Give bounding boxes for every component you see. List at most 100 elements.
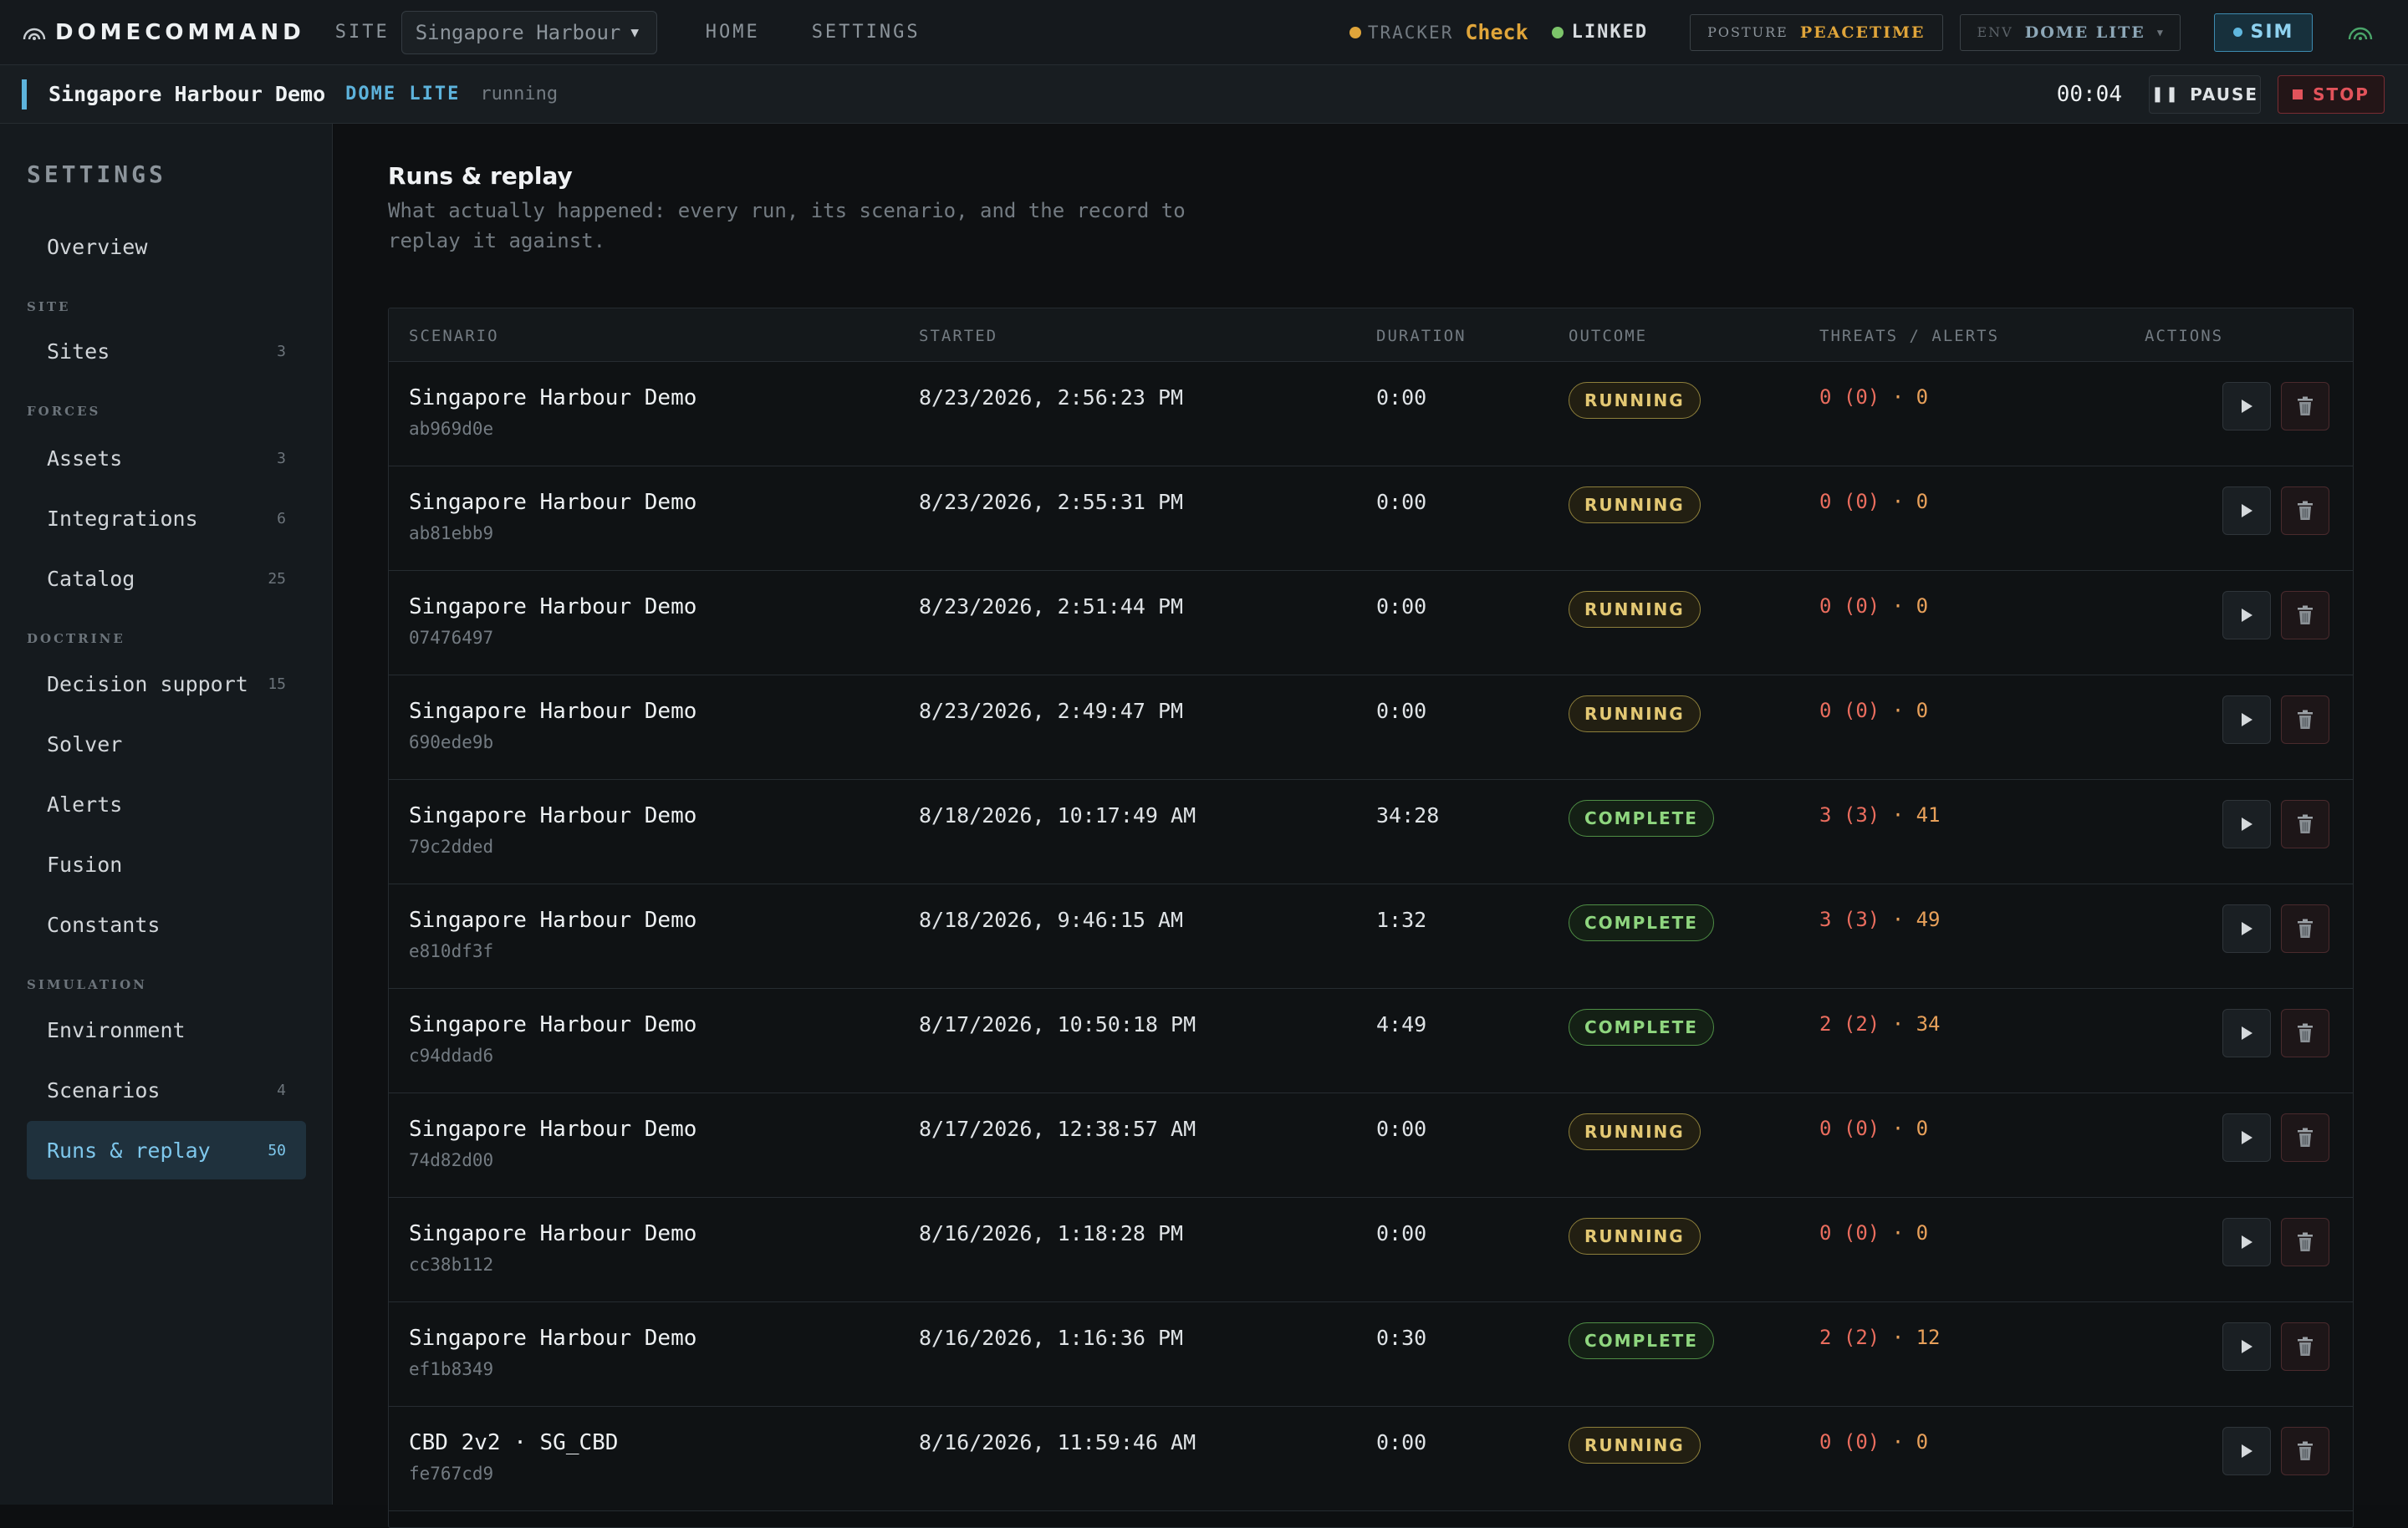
replay-button[interactable]: [2222, 382, 2271, 430]
run-duration: 0:30: [1376, 1326, 1427, 1350]
run-duration: 4:49: [1376, 1012, 1427, 1036]
sidebar-item-catalog[interactable]: Catalog 25: [27, 549, 306, 608]
delete-button[interactable]: [2281, 904, 2329, 953]
column-header-threats-alerts: THREATS / ALERTS: [1819, 327, 2000, 345]
delete-button[interactable]: [2281, 800, 2329, 848]
sidebar-item-label: Runs & replay: [47, 1138, 211, 1163]
delete-button[interactable]: [2281, 1113, 2329, 1162]
active-run-env: DOME LITE: [345, 84, 461, 104]
env-select[interactable]: ENV DOME LITE ▼: [1959, 13, 2181, 51]
env-value: DOME LITE: [2024, 23, 2145, 42]
run-outcome-badge: RUNNING: [1569, 591, 1701, 628]
sidebar-item-integrations[interactable]: Integrations 6: [27, 489, 306, 548]
sidebar-item-solver[interactable]: Solver: [27, 715, 306, 773]
replay-button[interactable]: [2222, 1218, 2271, 1266]
run-threats: 0 (0): [1819, 1221, 1880, 1245]
sidebar-item-environment[interactable]: Environment: [27, 1001, 306, 1059]
sidebar-item-label: Sites: [47, 339, 110, 364]
site-select[interactable]: Singapore Harbour ▼: [400, 10, 657, 54]
replay-button[interactable]: [2222, 904, 2271, 953]
sidebar-item-scenarios[interactable]: Scenarios 4: [27, 1061, 306, 1119]
run-threats: 0 (0): [1819, 594, 1880, 618]
replay-button[interactable]: [2222, 1427, 2271, 1475]
pause-icon: ❚❚: [2150, 85, 2181, 103]
sidebar-item-sites[interactable]: Sites 3: [27, 322, 306, 380]
run-threats-alerts: 0 (0) · 0: [1819, 594, 1928, 618]
nav-home[interactable]: HOME: [706, 22, 760, 43]
table-row[interactable]: Singapore Harbour Demo 79c2dded 8/18/202…: [389, 780, 2353, 884]
trash-icon: [2298, 710, 2313, 729]
table-row[interactable]: Singapore Harbour Demo ef1b8349 8/16/202…: [389, 1302, 2353, 1407]
active-run-bar: Singapore Harbour Demo DOME LITE running…: [0, 65, 2408, 124]
sidebar-item-constants[interactable]: Constants: [27, 895, 306, 954]
tracker-status[interactable]: TRACKER Check: [1349, 20, 1528, 44]
table-row[interactable]: Singapore Harbour Demo 690ede9b 8/23/202…: [389, 675, 2353, 780]
run-id: ef1b8349: [409, 1359, 494, 1379]
link-status-label: LINKED: [1571, 22, 1649, 43]
page-title: Runs & replay: [388, 162, 573, 190]
run-id: e810df3f: [409, 941, 494, 961]
replay-button[interactable]: [2222, 486, 2271, 535]
replay-button[interactable]: [2222, 1009, 2271, 1057]
table-row[interactable]: Singapore Harbour Demo 07476497 8/23/202…: [389, 571, 2353, 675]
table-row[interactable]: Singapore Harbour Demo e810df3f 8/18/202…: [389, 884, 2353, 989]
stop-button[interactable]: STOP: [2278, 74, 2385, 114]
delete-button[interactable]: [2281, 1009, 2329, 1057]
delete-button[interactable]: [2281, 695, 2329, 744]
replay-button[interactable]: [2222, 591, 2271, 639]
delete-button[interactable]: [2281, 486, 2329, 535]
pause-button[interactable]: ❚❚ PAUSE: [2149, 74, 2261, 114]
table-row[interactable]: Singapore Harbour Demo 74d82d00 8/17/202…: [389, 1093, 2353, 1198]
run-id: c94ddad6: [409, 1046, 494, 1066]
replay-button[interactable]: [2222, 800, 2271, 848]
sidebar-item-overview[interactable]: Overview: [27, 217, 306, 276]
run-id: ab969d0e: [409, 419, 494, 439]
play-icon: [2242, 1131, 2252, 1144]
sidebar-group-doctrine: DOCTRINE: [27, 631, 125, 646]
run-outcome-badge: RUNNING: [1569, 382, 1701, 419]
sidebar-item-assets[interactable]: Assets 3: [27, 429, 306, 487]
sidebar-group-forces: FORCES: [27, 404, 101, 419]
nav-settings[interactable]: SETTINGS: [812, 22, 921, 43]
replay-button[interactable]: [2222, 695, 2271, 744]
delete-button[interactable]: [2281, 1427, 2329, 1475]
run-started: 8/18/2026, 9:46:15 AM: [919, 908, 1184, 932]
sidebar-item-count: 3: [277, 449, 286, 467]
sidebar-item-runs-replay[interactable]: Runs & replay 50: [27, 1121, 306, 1179]
signal-icon[interactable]: [2346, 23, 2375, 43]
table-row[interactable]: Singapore Harbour Demo c94ddad6 8/17/202…: [389, 989, 2353, 1093]
sim-mode-button[interactable]: SIM: [2214, 13, 2313, 52]
table-header: SCENARIO STARTED DURATION OUTCOME THREAT…: [389, 308, 2353, 362]
posture-value: PEACETIME: [1799, 23, 1926, 42]
sidebar-item-fusion[interactable]: Fusion: [27, 835, 306, 894]
sidebar-item-decision-support[interactable]: Decision support 15: [27, 654, 306, 713]
sidebar-item-count: 6: [277, 509, 286, 527]
run-threats-alerts: 0 (0) · 0: [1819, 1117, 1928, 1140]
replay-button[interactable]: [2222, 1322, 2271, 1371]
delete-button[interactable]: [2281, 1322, 2329, 1371]
delete-button[interactable]: [2281, 591, 2329, 639]
chevron-down-icon: ▼: [630, 24, 639, 40]
sidebar-item-alerts[interactable]: Alerts: [27, 775, 306, 833]
replay-button[interactable]: [2222, 1113, 2271, 1162]
run-outcome-badge: RUNNING: [1569, 1218, 1701, 1255]
table-row[interactable]: Singapore Harbour Demo ab969d0e 8/23/202…: [389, 362, 2353, 466]
brand[interactable]: DOMECOMMAND: [22, 20, 305, 45]
delete-button[interactable]: [2281, 382, 2329, 430]
run-outcome-badge: COMPLETE: [1569, 800, 1714, 837]
run-threats: 3 (3): [1819, 908, 1880, 931]
sidebar-item-label: Alerts: [47, 792, 123, 817]
run-alerts: 41: [1916, 803, 1941, 827]
table-row[interactable]: Singapore Harbour Demo cc38b112 8/16/202…: [389, 1198, 2353, 1302]
table-row[interactable]: CBD 2v2 · SG_CBD fe767cd9 8/16/2026, 11:…: [389, 1407, 2353, 1511]
run-started: 8/16/2026, 11:59:46 AM: [919, 1430, 1196, 1454]
run-threats-alerts: 2 (2) · 34: [1819, 1012, 1941, 1036]
posture-badge[interactable]: POSTURE PEACETIME: [1690, 13, 1943, 51]
run-outcome-badge: COMPLETE: [1569, 1009, 1714, 1046]
run-started: 8/18/2026, 10:17:49 AM: [919, 803, 1196, 828]
delete-button[interactable]: [2281, 1218, 2329, 1266]
table-row[interactable]: Singapore Harbour Demo ab81ebb9 8/23/202…: [389, 466, 2353, 571]
run-duration: 0:00: [1376, 490, 1427, 514]
run-started: 8/17/2026, 12:38:57 AM: [919, 1117, 1196, 1141]
sidebar-item-label: Solver: [47, 731, 123, 756]
